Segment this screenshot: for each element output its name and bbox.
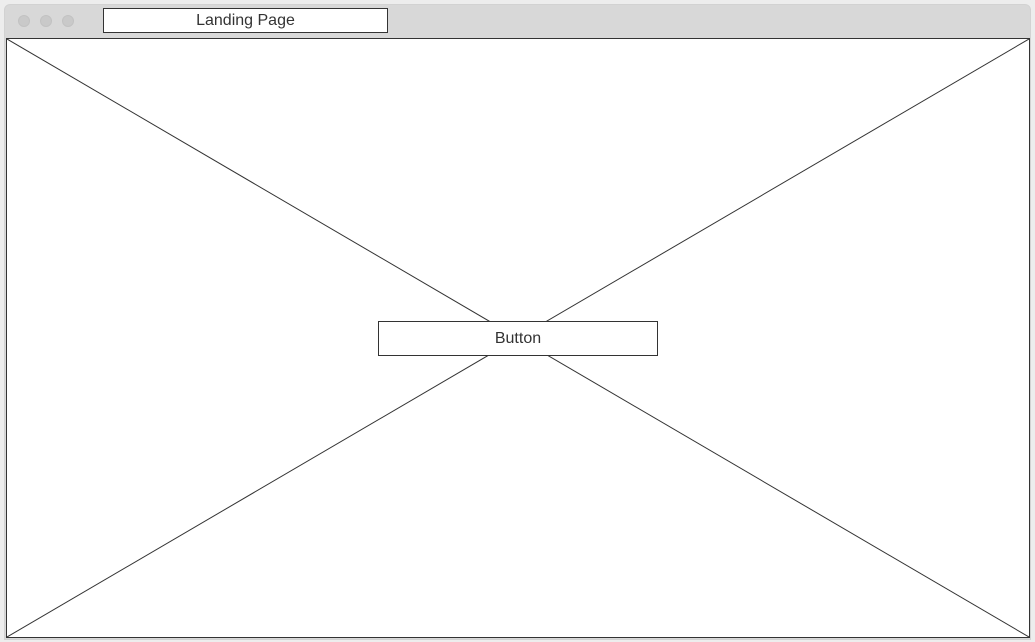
close-window-icon[interactable]	[18, 15, 30, 27]
title-bar: Landing Page	[5, 5, 1030, 38]
browser-window: Landing Page Button	[4, 4, 1031, 640]
page-viewport: Button	[6, 38, 1030, 638]
maximize-window-icon[interactable]	[62, 15, 74, 27]
tab-title: Landing Page	[196, 11, 295, 29]
minimize-window-icon[interactable]	[40, 15, 52, 27]
primary-button[interactable]: Button	[378, 321, 658, 356]
tab-landing-page[interactable]: Landing Page	[103, 8, 388, 33]
primary-button-label: Button	[494, 329, 542, 347]
